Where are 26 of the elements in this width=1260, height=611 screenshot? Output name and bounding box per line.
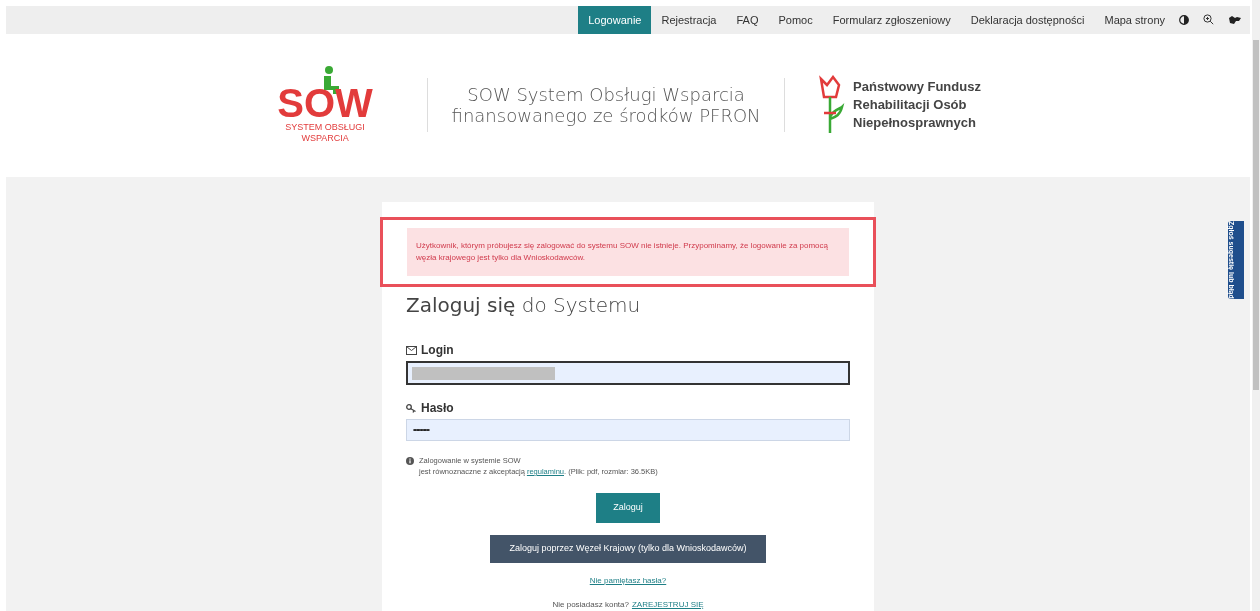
system-title: SOW System Obsługi Wsparcia finansowanego ze środków PFRON — [450, 84, 762, 127]
login-field[interactable] — [406, 361, 850, 385]
partner-name: Państwowy Fundusz Rehabilitacji Osób Niepełnosprawnych — [853, 78, 981, 133]
info-icon — [406, 457, 414, 465]
login-label: Login — [421, 342, 454, 359]
contrast-icon[interactable] — [1179, 14, 1189, 25]
logo-text: SOW — [277, 86, 373, 121]
nav-link[interactable]: Deklaracja dostępności — [960, 5, 1095, 34]
zoom-icon[interactable] — [1203, 14, 1214, 26]
error-alert: Użytkownik, którym próbujesz się zalogować do systemu SOW nie istnieje. Przypominamy, że logowanie za pomocą węzła krajowego jest tylko dla Wnioskodawców. — [407, 228, 849, 276]
register-link[interactable]: ZAREJESTRUJ SIĘ — [631, 599, 704, 611]
nav-link[interactable]: Rejestracja — [651, 5, 727, 34]
envelope-icon — [406, 345, 417, 355]
nav-link[interactable]: Pomoc — [768, 5, 823, 34]
key-icon — [406, 403, 417, 413]
nav-link[interactable]: FAQ — [726, 5, 769, 34]
no-account-text: Nie posiadasz konta? — [552, 599, 629, 611]
nav-link[interactable]: Logowanie — [578, 5, 652, 34]
forgot-password-link[interactable]: Nie pamiętasz hasła? — [589, 575, 667, 587]
logo-subtitle: SYSTEM OBSŁUGI WSPARCIA — [285, 122, 365, 145]
form-heading: Zaloguj się do Systemu — [406, 293, 642, 317]
national-node-button[interactable]: Zaloguj poprzez Węzeł Krajowy (tylko dla Wnioskodawców) — [490, 535, 766, 563]
login-button[interactable]: Zaloguj — [596, 493, 660, 523]
password-label: Hasło — [421, 400, 454, 417]
nav-link[interactable]: Mapa strony — [1094, 5, 1175, 34]
nav-link[interactable]: Formularz zgłoszeniowy — [822, 5, 961, 34]
